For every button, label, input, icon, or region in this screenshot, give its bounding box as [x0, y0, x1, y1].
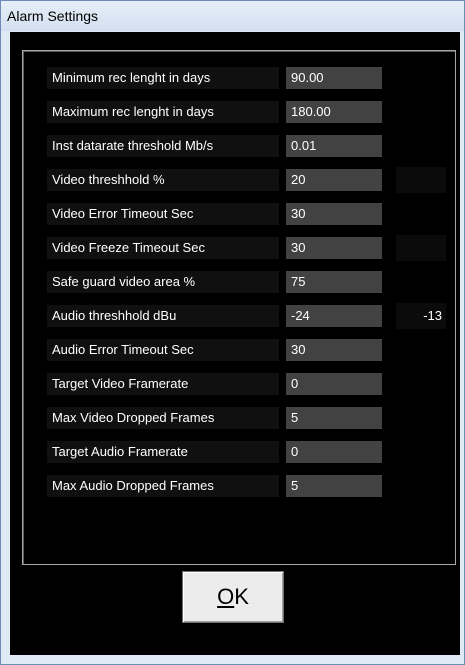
label-max-rec-length: Maximum rec lenght in days — [47, 101, 279, 123]
field-audio-error-timeout[interactable]: 30 — [286, 339, 382, 361]
field-min-rec-length[interactable]: 90.00 — [286, 67, 382, 89]
label-target-audio-framerate: Target Audio Framerate — [47, 441, 279, 463]
label-audio-error-timeout: Audio Error Timeout Sec — [47, 339, 279, 361]
label-video-error-timeout: Video Error Timeout Sec — [47, 203, 279, 225]
field-max-rec-length[interactable]: 180.00 — [286, 101, 382, 123]
video-threshold-indicator — [396, 167, 446, 193]
label-video-threshold: Video threshhold % — [47, 169, 279, 191]
label-max-video-dropped-frames: Max Video Dropped Frames — [47, 407, 279, 429]
alarm-settings-window: Alarm Settings Minimum rec lenght in day… — [0, 0, 465, 665]
dialog-client-area: Minimum rec lenght in days 90.00 Maximum… — [10, 32, 460, 655]
window-title: Alarm Settings — [7, 8, 99, 24]
field-safe-guard-video-area[interactable]: 75 — [286, 271, 382, 293]
audio-threshold-indicator: -13 — [396, 303, 446, 329]
field-target-video-framerate[interactable]: 0 — [286, 373, 382, 395]
label-min-rec-length: Minimum rec lenght in days — [47, 67, 279, 89]
title-bar[interactable]: Alarm Settings — [1, 1, 464, 31]
field-video-error-timeout[interactable]: 30 — [286, 203, 382, 225]
ok-button-mnemonic: O — [217, 584, 235, 609]
field-video-freeze-timeout[interactable]: 30 — [286, 237, 382, 259]
label-audio-threshold: Audio threshhold dBu — [47, 305, 279, 327]
label-video-freeze-timeout: Video Freeze Timeout Sec — [47, 237, 279, 259]
video-freeze-indicator — [396, 235, 446, 261]
field-audio-threshold[interactable]: -24 — [286, 305, 382, 327]
ok-button[interactable]: OK — [182, 571, 284, 623]
field-target-audio-framerate[interactable]: 0 — [286, 441, 382, 463]
field-video-threshold[interactable]: 20 — [286, 169, 382, 191]
label-inst-datarate-threshold: Inst datarate threshold Mb/s — [47, 135, 279, 157]
field-inst-datarate-threshold[interactable]: 0.01 — [286, 135, 382, 157]
label-safe-guard-video-area: Safe guard video area % — [47, 271, 279, 293]
label-max-audio-dropped-frames: Max Audio Dropped Frames — [47, 475, 279, 497]
field-max-video-dropped-frames[interactable]: 5 — [286, 407, 382, 429]
label-target-video-framerate: Target Video Framerate — [47, 373, 279, 395]
ok-button-label-rest: K — [234, 584, 249, 609]
field-max-audio-dropped-frames[interactable]: 5 — [286, 475, 382, 497]
